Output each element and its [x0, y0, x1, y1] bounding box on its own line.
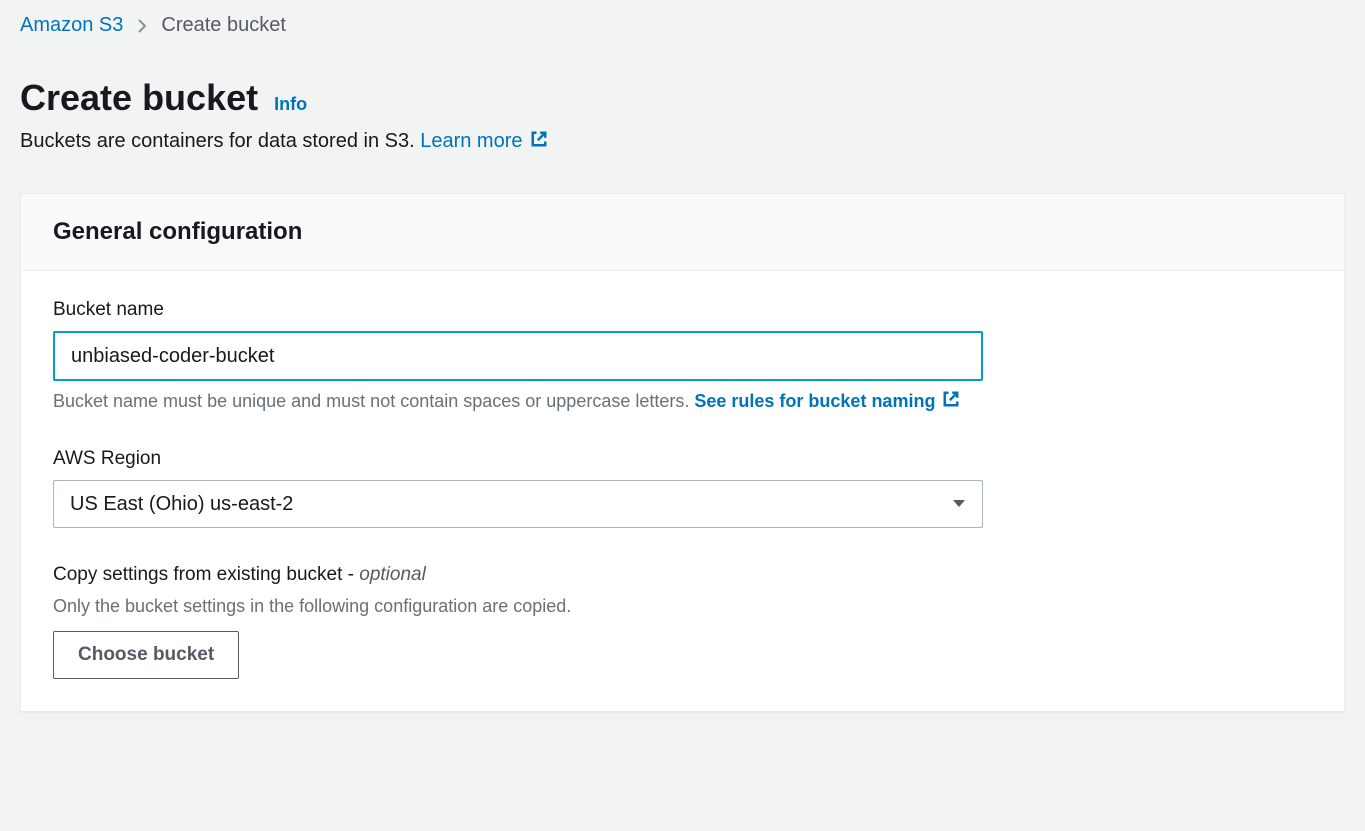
bucket-naming-rules-link[interactable]: See rules for bucket naming: [694, 391, 961, 411]
card-title: General configuration: [53, 218, 1312, 246]
breadcrumb-root-link[interactable]: Amazon S3: [20, 14, 123, 37]
aws-region-selected: US East (Ohio) us-east-2: [70, 493, 293, 516]
copy-settings-hint: Only the bucket settings in the followin…: [53, 596, 1312, 617]
bucket-name-label: Bucket name: [53, 299, 1312, 321]
aws-region-label: AWS Region: [53, 448, 1312, 470]
general-configuration-card: General configuration Bucket name Bucket…: [20, 193, 1345, 712]
optional-text: optional: [359, 564, 426, 585]
card-header: General configuration: [21, 194, 1344, 271]
bucket-name-input[interactable]: [53, 331, 983, 381]
breadcrumb: Amazon S3 Create bucket: [20, 14, 1345, 37]
aws-region-select[interactable]: US East (Ohio) us-east-2: [53, 480, 983, 528]
external-link-icon: [941, 389, 961, 409]
page-subtitle: Buckets are containers for data stored i…: [20, 129, 1345, 153]
choose-bucket-button[interactable]: Choose bucket: [53, 631, 239, 679]
copy-settings-label: Copy settings from existing bucket - opt…: [53, 564, 1312, 586]
bucket-name-hint-text: Bucket name must be unique and must not …: [53, 391, 694, 411]
copy-settings-group: Copy settings from existing bucket - opt…: [53, 564, 1312, 679]
info-link[interactable]: Info: [274, 94, 307, 115]
page-title: Create bucket: [20, 77, 258, 119]
bucket-name-group: Bucket name Bucket name must be unique a…: [53, 299, 1312, 412]
bucket-name-hint: Bucket name must be unique and must not …: [53, 389, 1312, 412]
external-link-icon: [529, 129, 549, 149]
aws-region-group: AWS Region US East (Ohio) us-east-2: [53, 448, 1312, 528]
learn-more-link[interactable]: Learn more: [420, 130, 548, 152]
breadcrumb-current: Create bucket: [161, 14, 286, 37]
subtitle-text: Buckets are containers for data stored i…: [20, 130, 420, 152]
copy-settings-label-text: Copy settings from existing bucket -: [53, 564, 359, 585]
chevron-right-icon: [137, 18, 147, 34]
caret-down-icon: [952, 499, 966, 509]
